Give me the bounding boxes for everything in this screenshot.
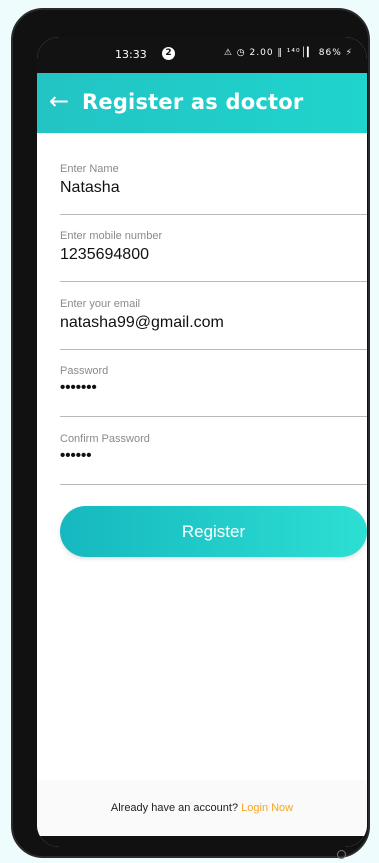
back-arrow-icon[interactable]: ← [49, 89, 69, 113]
login-prompt: Already have an account? Login Now [37, 780, 367, 836]
status-bar: 13:33 2 ⚠ ◷ 2.00 ‖ ¹⁴⁰│▎ 86% ⚡ [37, 37, 367, 73]
navigation-bar [37, 836, 367, 847]
phone-frame: 13:33 2 ⚠ ◷ 2.00 ‖ ¹⁴⁰│▎ 86% ⚡ ← Registe… [11, 8, 370, 859]
password-field-value[interactable]: ••••••• [60, 379, 97, 396]
status-icons: ⚠ ◷ 2.00 ‖ ¹⁴⁰│▎ 86% ⚡ [223, 48, 353, 58]
name-field[interactable]: Enter Name Natasha [60, 163, 367, 215]
confirm-password-field[interactable]: Confirm Password •••••• [60, 433, 367, 485]
name-field-value[interactable]: Natasha [60, 179, 120, 197]
name-field-label: Enter Name [60, 163, 119, 175]
email-field-value[interactable]: natasha99@gmail.com [60, 314, 224, 332]
app-screen: 13:33 2 ⚠ ◷ 2.00 ‖ ¹⁴⁰│▎ 86% ⚡ ← Registe… [37, 37, 367, 847]
confirm-password-field-label: Confirm Password [60, 433, 150, 445]
app-bar: ← Register as doctor [37, 73, 367, 133]
mobile-field-label: Enter mobile number [60, 230, 163, 242]
password-field[interactable]: Password ••••••• [60, 365, 367, 417]
notification-badge: 2 [162, 47, 175, 60]
mobile-field-value[interactable]: 1235694800 [60, 246, 149, 264]
page-title: Register as doctor [82, 90, 304, 114]
status-time: 13:33 [115, 48, 147, 61]
confirm-password-field-value[interactable]: •••••• [60, 447, 92, 464]
camera-dot-icon [337, 850, 346, 859]
email-field-label: Enter your email [60, 298, 141, 310]
mobile-field[interactable]: Enter mobile number 1235694800 [60, 230, 367, 282]
login-now-link[interactable]: Login Now [241, 802, 293, 814]
password-field-label: Password [60, 365, 109, 377]
login-prompt-text: Already have an account? [110, 802, 242, 814]
email-field[interactable]: Enter your email natasha99@gmail.com [60, 298, 367, 350]
register-button[interactable]: Register [60, 506, 367, 557]
